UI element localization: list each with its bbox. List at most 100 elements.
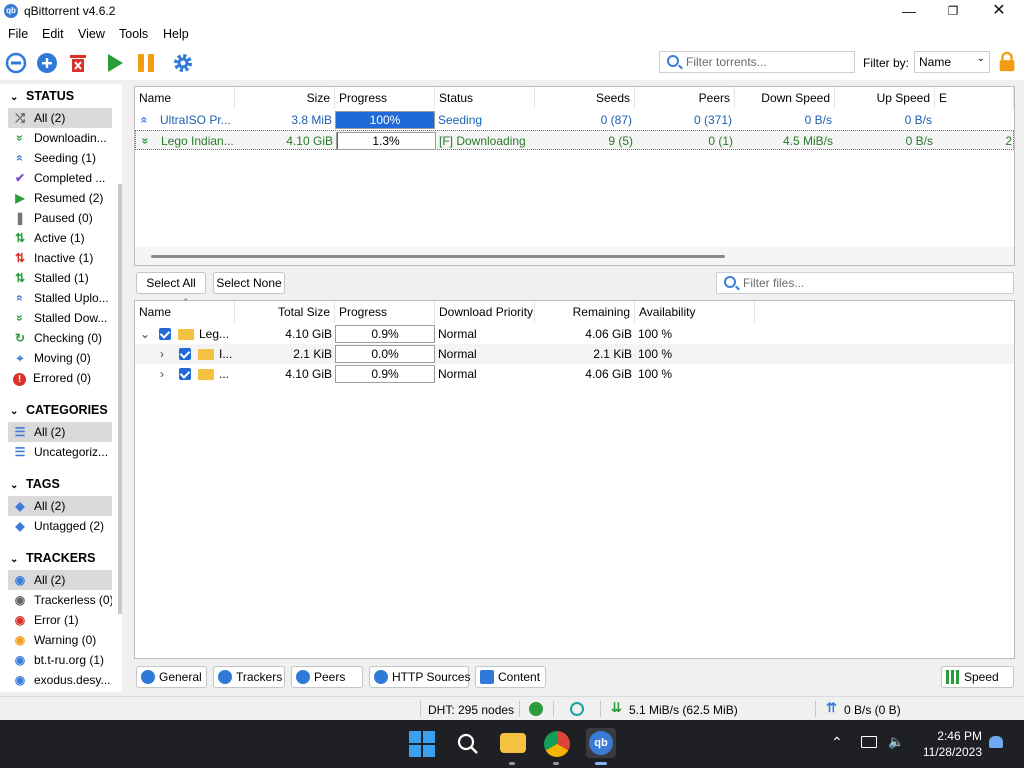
select-none-button[interactable]: Select None (213, 272, 285, 294)
torrent-column-header[interactable]: E (935, 87, 1014, 109)
status-filter-item[interactable]: « Stalled Uplo... (8, 288, 112, 308)
menu-help[interactable]: Help (163, 27, 189, 41)
torrent-column-header[interactable]: Seeds (535, 87, 635, 109)
category-filter-item[interactable]: ☰ All (2) (8, 422, 112, 442)
filter-torrents-input[interactable]: Filter torrents... (659, 51, 855, 73)
connection-globe-icon[interactable] (529, 702, 543, 716)
tag-filter-item[interactable]: ◆ Untagged (2) (8, 516, 112, 536)
content-column-header[interactable]: Download Priority (435, 301, 535, 323)
torrent-column-header[interactable]: Up Speed (835, 87, 935, 109)
content-column-header[interactable]: Total Size (235, 301, 335, 323)
options-gear-icon[interactable] (172, 52, 194, 74)
add-link-icon[interactable] (5, 52, 27, 74)
file-row[interactable]: › I... 2.1 KiB 0.0% Normal 2.1 KiB 100 % (135, 344, 1014, 364)
tab-peers[interactable]: Peers (291, 666, 363, 688)
chevron-down-icon[interactable]: ⌄ (140, 324, 150, 344)
status-filter-item[interactable]: ⤮ All (2) (8, 108, 112, 128)
delete-icon[interactable] (67, 52, 89, 74)
file-checkbox[interactable] (159, 328, 171, 340)
tab-content[interactable]: Content (475, 666, 546, 688)
file-checkbox[interactable] (179, 348, 191, 360)
tab-general[interactable]: General (136, 666, 207, 688)
network-icon[interactable] (861, 736, 877, 748)
torrent-row[interactable]: » Lego Indian... 4.10 GiB 1.3% [F] Downloadi… (135, 130, 1014, 150)
file-priority[interactable]: Normal (435, 364, 535, 384)
categories-section-header[interactable]: ⌄ CATEGORIES (10, 403, 108, 417)
menu-edit[interactable]: Edit (42, 27, 64, 41)
tag-filter-item[interactable]: ◆ All (2) (8, 496, 112, 516)
tracker-filter-item[interactable]: ◉ Error (1) (8, 610, 112, 630)
tracker-filter-item[interactable]: ◉ bt.t-ru.org (1) (8, 650, 112, 670)
status-filter-item[interactable]: ⇅ Active (1) (8, 228, 112, 248)
resume-icon[interactable] (104, 52, 126, 74)
tracker-filter-item[interactable]: ◉ Trackerless (0) (8, 590, 112, 610)
tags-section-header[interactable]: ⌄ TAGS (10, 477, 60, 491)
tracker-filter-item[interactable]: ◉ exodus.desy... (8, 670, 112, 690)
status-filter-item[interactable]: ✔ Completed ... (8, 168, 112, 188)
tracker-filter-item[interactable]: ◉ Warning (0) (8, 630, 112, 650)
file-row[interactable]: ⌄ Leg... 4.10 GiB 0.9% Normal 4.06 GiB 100 % (135, 324, 1014, 344)
filter-files-input[interactable]: Filter files... (716, 272, 1014, 294)
category-filter-item[interactable]: ☰ Uncategoriz... (8, 442, 112, 462)
filter-by-select[interactable]: Name ⌄ (914, 51, 990, 73)
windows-start-icon[interactable] (408, 730, 436, 758)
qbittorrent-taskbar-button[interactable]: qb (586, 728, 616, 758)
status-filter-item[interactable]: « Seeding (1) (8, 148, 112, 168)
close-button[interactable]: ✕ (976, 0, 1022, 24)
status-filter-item[interactable]: ↻ Checking (0) (8, 328, 112, 348)
menu-tools[interactable]: Tools (119, 27, 148, 41)
torrent-column-header[interactable]: Size (235, 87, 335, 109)
lock-icon[interactable] (996, 51, 1018, 73)
minimize-button[interactable]: — (886, 0, 932, 24)
status-filter-item[interactable]: ⌖ Moving (0) (8, 348, 112, 368)
notification-bell-icon[interactable] (989, 736, 1003, 748)
torrent-column-header[interactable]: Progress (335, 87, 435, 109)
status-section-header[interactable]: ⌄ STATUS (10, 89, 74, 103)
clock-date[interactable]: 11/28/2023 (918, 745, 982, 759)
volume-muted-icon[interactable]: 🔈 (888, 734, 904, 750)
speed-limit-icon[interactable] (570, 702, 584, 716)
horizontal-scrollbar[interactable] (135, 247, 1014, 265)
status-filter-item[interactable]: ❚ Paused (0) (8, 208, 112, 228)
file-priority[interactable]: Normal (435, 324, 535, 344)
torrent-column-header[interactable]: Status (435, 87, 535, 109)
chrome-icon[interactable] (544, 731, 570, 757)
torrent-column-header[interactable]: Peers (635, 87, 735, 109)
clock-time[interactable]: 2:46 PM (934, 729, 982, 743)
file-row[interactable]: ›... 4.10 GiB 0.9% Normal 4.06 GiB 100 % (135, 364, 1014, 384)
torrent-row[interactable]: « UltraISO Pr... 3.8 MiB 100% Seeding 0 (87) 0… (135, 110, 1014, 130)
menu-file[interactable]: File (8, 27, 28, 41)
file-size: 4.10 GiB (285, 367, 332, 381)
maximize-button[interactable]: ❐ (930, 0, 976, 24)
status-filter-item[interactable]: ! Errored (0) (8, 368, 112, 388)
torrent-column-header[interactable]: Down Speed (735, 87, 835, 109)
file-checkbox[interactable] (179, 368, 191, 380)
status-filter-item[interactable]: » Stalled Dow... (8, 308, 112, 328)
file-priority[interactable]: Normal (435, 344, 535, 364)
tab-trackers[interactable]: Trackers (213, 666, 285, 688)
chevron-right-icon[interactable]: › (160, 344, 164, 364)
status-filter-item[interactable]: » Downloadin... (8, 128, 112, 148)
torrent-column-header[interactable]: Name (135, 87, 235, 109)
tab-http-sources[interactable]: HTTP Sources (369, 666, 470, 688)
sidebar-scrollbar[interactable] (118, 184, 122, 614)
status-filter-item[interactable]: ▶ Resumed (2) (8, 188, 112, 208)
file-explorer-icon[interactable] (500, 733, 526, 753)
content-column-header[interactable]: Remaining (535, 301, 635, 323)
menu-view[interactable]: View (78, 27, 105, 41)
running-app-indicator (509, 762, 515, 765)
pause-icon[interactable] (135, 52, 157, 74)
chevron-up-icon[interactable]: ⌃ (831, 734, 843, 751)
content-column-header[interactable]: Progress (335, 301, 435, 323)
status-filter-item[interactable]: ⇅ Inactive (1) (8, 248, 112, 268)
trackers-section-header[interactable]: ⌄ TRACKERS (10, 551, 95, 565)
chevron-right-icon[interactable]: › (160, 364, 164, 384)
search-icon[interactable] (456, 732, 480, 756)
scrollbar-thumb[interactable] (151, 255, 725, 258)
speed-tab[interactable]: Speed (941, 666, 1014, 688)
select-all-button[interactable]: Select All (136, 272, 206, 294)
content-column-header[interactable]: Availability (635, 301, 755, 323)
tracker-filter-item[interactable]: ◉ All (2) (8, 570, 112, 590)
add-torrent-icon[interactable] (36, 52, 58, 74)
status-filter-item[interactable]: ⇅ Stalled (1) (8, 268, 112, 288)
